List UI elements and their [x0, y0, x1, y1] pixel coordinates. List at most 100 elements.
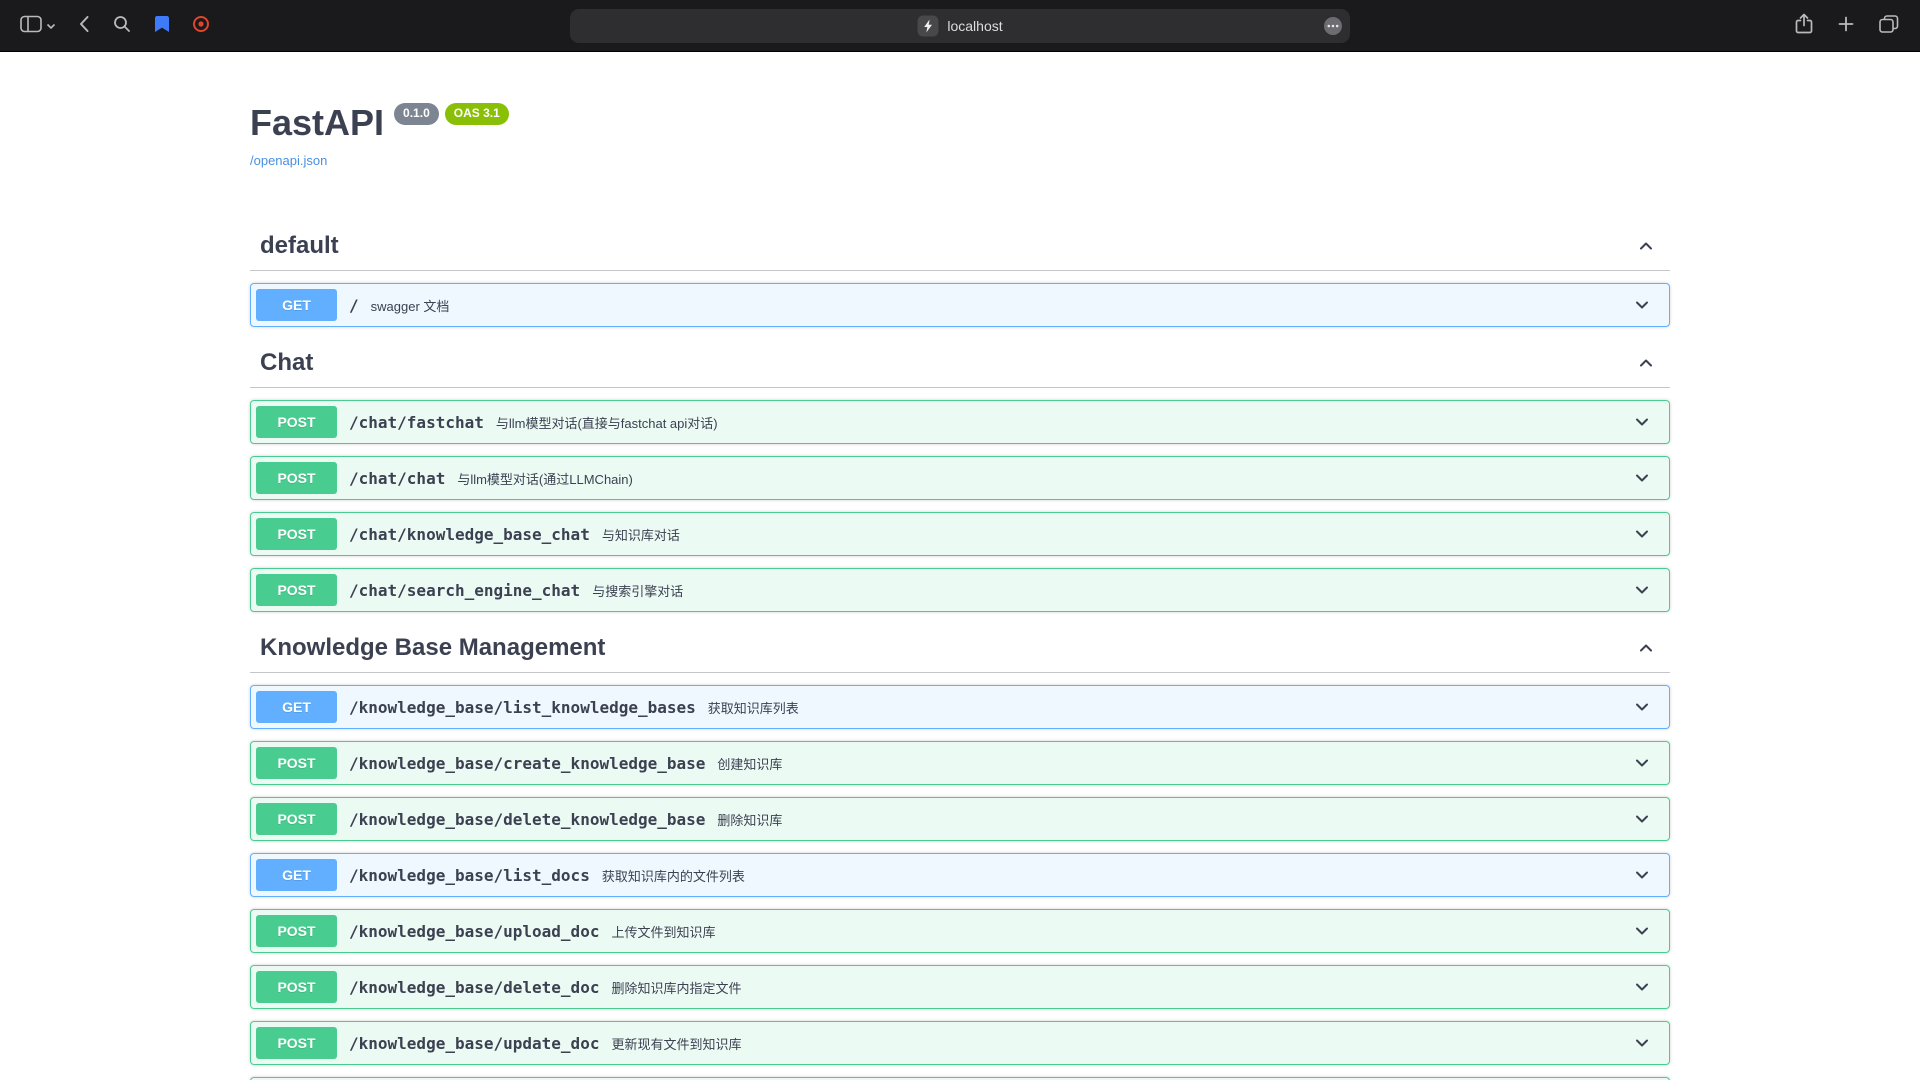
method-badge: POST — [256, 803, 337, 835]
method-badge: GET — [256, 289, 337, 321]
operation-summary[interactable]: POST /chat/search_engine_chat 与搜索引擎对话 — [251, 569, 1669, 611]
section-chat: Chat POST /chat/fastchat 与llm模型对话(直接与fas… — [250, 339, 1670, 612]
method-badge: POST — [256, 518, 337, 550]
operation-summary[interactable]: POST /knowledge_base/delete_knowledge_ba… — [251, 798, 1669, 840]
page-title: FastAPI — [250, 102, 384, 144]
tab-overview-button[interactable] — [1874, 10, 1904, 41]
section-title: Chat — [260, 349, 313, 377]
operation-description: 获取知识库内的文件列表 — [602, 866, 745, 885]
site-favicon — [917, 15, 939, 37]
method-badge: POST — [256, 747, 337, 779]
sidebar-icon — [20, 15, 42, 36]
search-icon — [112, 14, 132, 37]
oas-badge: OAS 3.1 — [445, 103, 509, 125]
operation-description: 与llm模型对话(通过LLMChain) — [457, 469, 633, 488]
operation-row: POST /chat/search_engine_chat 与搜索引擎对话 — [250, 568, 1670, 612]
operation-summary[interactable]: POST /chat/knowledge_base_chat 与知识库对话 — [251, 513, 1669, 555]
section-default: default GET / swagger 文档 — [250, 222, 1670, 327]
operation-row: GET /knowledge_base/list_docs 获取知识库内的文件列… — [250, 853, 1670, 897]
method-badge: POST — [256, 406, 337, 438]
method-badge: POST — [256, 462, 337, 494]
chevron-down-icon[interactable] — [1620, 1033, 1664, 1053]
section-header[interactable]: Knowledge Base Management — [250, 624, 1670, 673]
operation-path: /knowledge_base/list_docs — [337, 866, 602, 885]
operation-description: 上传文件到知识库 — [611, 922, 715, 941]
back-button[interactable] — [74, 10, 94, 41]
section-title: Knowledge Base Management — [260, 634, 605, 662]
operation-path: /knowledge_base/create_knowledge_base — [337, 754, 717, 773]
operation-path: /chat/knowledge_base_chat — [337, 525, 602, 544]
chevron-down-icon[interactable] — [1620, 412, 1664, 432]
chevron-down-icon[interactable] — [1620, 580, 1664, 600]
operation-summary[interactable]: GET / swagger 文档 — [251, 284, 1669, 326]
toolbar-right-group — [1790, 9, 1904, 42]
chevron-down-icon[interactable] — [1620, 921, 1664, 941]
operation-description: 与知识库对话 — [602, 525, 680, 544]
share-icon — [1794, 13, 1814, 38]
section-title: default — [260, 232, 339, 260]
section-header[interactable]: Chat — [250, 339, 1670, 388]
operation-row: POST /knowledge_base/update_doc 更新现有文件到知… — [250, 1021, 1670, 1065]
section-header[interactable]: default — [250, 222, 1670, 271]
chevron-down-icon[interactable] — [1620, 697, 1664, 717]
chevron-up-icon[interactable] — [1636, 353, 1656, 373]
address-bar[interactable]: localhost — [570, 9, 1350, 43]
version-badge: 0.1.0 — [394, 103, 439, 125]
operation-summary[interactable]: POST /chat/fastchat 与llm模型对话(直接与fastchat… — [251, 401, 1669, 443]
section-knowledge-base-management: Knowledge Base Management GET /knowledge… — [250, 624, 1670, 1080]
new-tab-button[interactable] — [1832, 10, 1860, 41]
swagger-ui-page: FastAPI 0.1.0 OAS 3.1 /openapi.json defa… — [230, 52, 1690, 1080]
record-icon — [192, 15, 210, 36]
extension-orange-button[interactable] — [188, 11, 214, 40]
operation-row: POST /knowledge_base/delete_knowledge_ba… — [250, 797, 1670, 841]
operation-path: /knowledge_base/upload_doc — [337, 922, 611, 941]
operation-row: POST /chat/knowledge_base_chat 与知识库对话 — [250, 512, 1670, 556]
address-text: localhost — [947, 18, 1002, 34]
openapi-spec-link[interactable]: /openapi.json — [250, 153, 327, 168]
chevron-down-icon[interactable] — [1620, 977, 1664, 997]
operation-row: GET / swagger 文档 — [250, 283, 1670, 327]
operation-path: /knowledge_base/delete_doc — [337, 978, 611, 997]
operation-path: /chat/fastchat — [337, 413, 496, 432]
extension-blue-button[interactable] — [150, 11, 174, 40]
operation-row: POST /knowledge_base/delete_doc 删除知识库内指定… — [250, 965, 1670, 1009]
method-badge: POST — [256, 1027, 337, 1059]
chevron-down-icon[interactable] — [1620, 468, 1664, 488]
operation-path: /knowledge_base/update_doc — [337, 1034, 611, 1053]
operation-path: /knowledge_base/delete_knowledge_base — [337, 810, 717, 829]
chevron-down-icon[interactable] — [1620, 865, 1664, 885]
operation-row: POST /chat/fastchat 与llm模型对话(直接与fastchat… — [250, 400, 1670, 444]
operation-summary[interactable]: POST /chat/chat 与llm模型对话(通过LLMChain) — [251, 457, 1669, 499]
chevron-up-icon[interactable] — [1636, 638, 1656, 658]
operation-row: POST /chat/chat 与llm模型对话(通过LLMChain) — [250, 456, 1670, 500]
operation-summary[interactable]: POST /knowledge_base/create_knowledge_ba… — [251, 742, 1669, 784]
chevron-down-icon[interactable] — [1620, 753, 1664, 773]
chevron-down-icon[interactable] — [1620, 809, 1664, 829]
operation-description: 删除知识库内指定文件 — [611, 978, 741, 997]
plus-icon — [1836, 14, 1856, 37]
operation-summary[interactable]: POST /knowledge_base/delete_doc 删除知识库内指定… — [251, 966, 1669, 1008]
chevron-down-icon[interactable] — [1620, 295, 1664, 315]
operation-summary[interactable]: GET /knowledge_base/list_knowledge_bases… — [251, 686, 1669, 728]
method-badge: GET — [256, 859, 337, 891]
operation-summary[interactable]: POST /knowledge_base/upload_doc 上传文件到知识库 — [251, 910, 1669, 952]
method-badge: GET — [256, 691, 337, 723]
chevron-down-icon[interactable] — [1620, 524, 1664, 544]
operation-description: 删除知识库 — [717, 810, 782, 829]
operation-description: 与搜索引擎对话 — [592, 581, 683, 600]
operation-summary[interactable]: POST /knowledge_base/update_doc 更新现有文件到知… — [251, 1022, 1669, 1064]
search-button[interactable] — [108, 10, 136, 41]
back-icon — [78, 14, 90, 37]
operation-row: GET /knowledge_base/list_knowledge_bases… — [250, 685, 1670, 729]
operation-description: 创建知识库 — [717, 754, 782, 773]
page-options-icon[interactable] — [1322, 15, 1344, 37]
tabs-icon — [1878, 14, 1900, 37]
operation-description: 获取知识库列表 — [708, 698, 799, 717]
share-button[interactable] — [1790, 9, 1818, 42]
chevron-up-icon[interactable] — [1636, 236, 1656, 256]
operation-summary[interactable]: GET /knowledge_base/list_docs 获取知识库内的文件列… — [251, 854, 1669, 896]
operation-description: swagger 文档 — [371, 296, 450, 315]
browser-toolbar: localhost — [0, 0, 1920, 52]
sidebar-toggle-button[interactable] — [16, 11, 60, 40]
method-badge: POST — [256, 915, 337, 947]
